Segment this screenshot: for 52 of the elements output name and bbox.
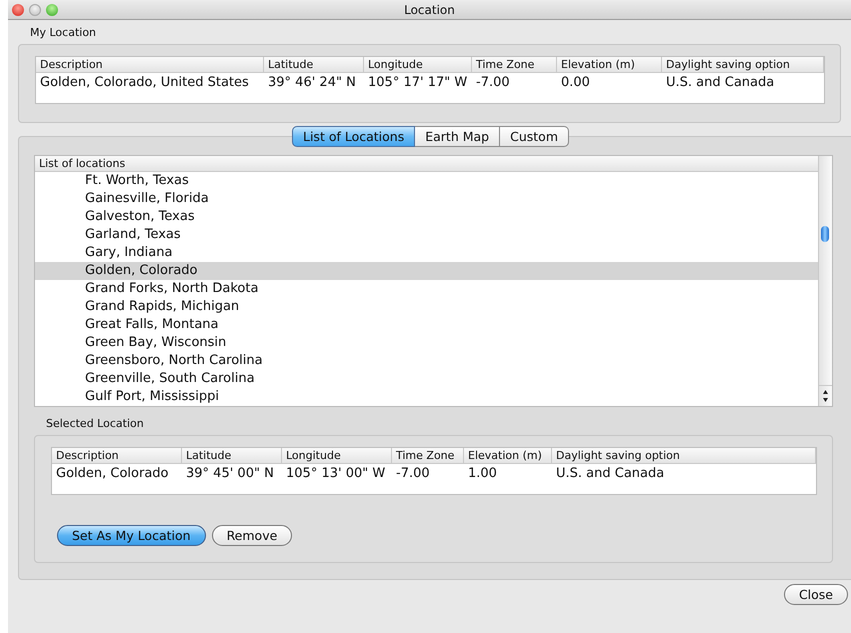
tab[interactable]: Custom — [500, 126, 569, 147]
list-item[interactable]: Ft. Worth, Texas — [35, 172, 818, 190]
list-item[interactable]: Grand Rapids, Michigan — [35, 298, 818, 316]
list-item[interactable]: Garland, Texas — [35, 226, 818, 244]
tab[interactable]: List of Locations — [292, 126, 416, 147]
close-window-icon[interactable] — [12, 4, 24, 16]
table-cell-text: 105° 13' 00" W — [285, 465, 386, 483]
window-title: Location — [404, 2, 455, 16]
list-item[interactable]: Galveston, Texas — [35, 208, 818, 226]
table-cell-text: Golden, Colorado, United States — [39, 74, 250, 92]
list-item[interactable]: Gulf Port, Mississippi — [35, 388, 818, 406]
remove-button[interactable]: Remove — [212, 525, 292, 546]
column-header[interactable]: Longitude — [364, 57, 472, 72]
column-header[interactable]: Elevation (m) — [557, 57, 662, 72]
column-header[interactable]: Description — [52, 448, 182, 463]
column-header[interactable]: Latitude — [182, 448, 282, 463]
minimize-window-icon[interactable] — [29, 4, 41, 16]
list-item[interactable]: Great Falls, Montana — [35, 316, 818, 334]
list-item[interactable]: Gainesville, Florida — [35, 190, 818, 208]
scroll-thumb[interactable] — [821, 226, 829, 242]
set-location-button[interactable]: Set As My Location — [57, 525, 206, 546]
table-cell-text: 1.00 — [467, 465, 498, 483]
table-cell-text: U.S. and Canada — [665, 74, 776, 92]
scroll-bar[interactable] — [818, 156, 832, 406]
table-cell-text: U.S. and Canada — [555, 465, 666, 483]
table-cell-text: Golden, Colorado — [55, 465, 170, 483]
table-cell-text: 0.00 — [560, 74, 591, 92]
zoom-window-icon[interactable] — [46, 4, 58, 16]
list-item[interactable]: Grand Forks, North Dakota — [35, 280, 818, 298]
list-item[interactable]: Greenville, South Carolina — [35, 370, 818, 388]
close-button[interactable]: Close — [784, 584, 848, 605]
list-item[interactable]: Golden, Colorado — [35, 262, 818, 280]
column-header[interactable]: Elevation (m) — [464, 448, 552, 463]
list-item[interactable]: Greensboro, North Carolina — [35, 352, 818, 370]
column-header[interactable]: Description — [36, 57, 264, 72]
table-cell-text: 105° 17' 17" W — [367, 74, 468, 92]
column-header[interactable]: Time Zone — [392, 448, 464, 463]
tab[interactable]: Earth Map — [415, 126, 500, 147]
column-header[interactable]: List of locations — [35, 156, 818, 172]
column-header[interactable]: Longitude — [282, 448, 392, 463]
table-cell-text: -7.00 — [395, 465, 431, 483]
column-header[interactable]: Time Zone — [472, 57, 557, 72]
list-item[interactable]: Gary, Indiana — [35, 244, 818, 262]
table-cell-text: 39° 45' 00" N — [185, 465, 275, 483]
table-cell-text: -7.00 — [475, 74, 511, 92]
column-header[interactable]: Latitude — [264, 57, 364, 72]
table-cell-text: 39° 46' 24" N — [267, 74, 357, 92]
column-header[interactable]: Daylight saving option — [552, 448, 816, 463]
group-label: My Location — [29, 26, 96, 39]
group-label: Selected Location — [45, 417, 144, 430]
list-item[interactable]: Green Bay, Wisconsin — [35, 334, 818, 352]
column-header[interactable]: Daylight saving option — [662, 57, 824, 72]
